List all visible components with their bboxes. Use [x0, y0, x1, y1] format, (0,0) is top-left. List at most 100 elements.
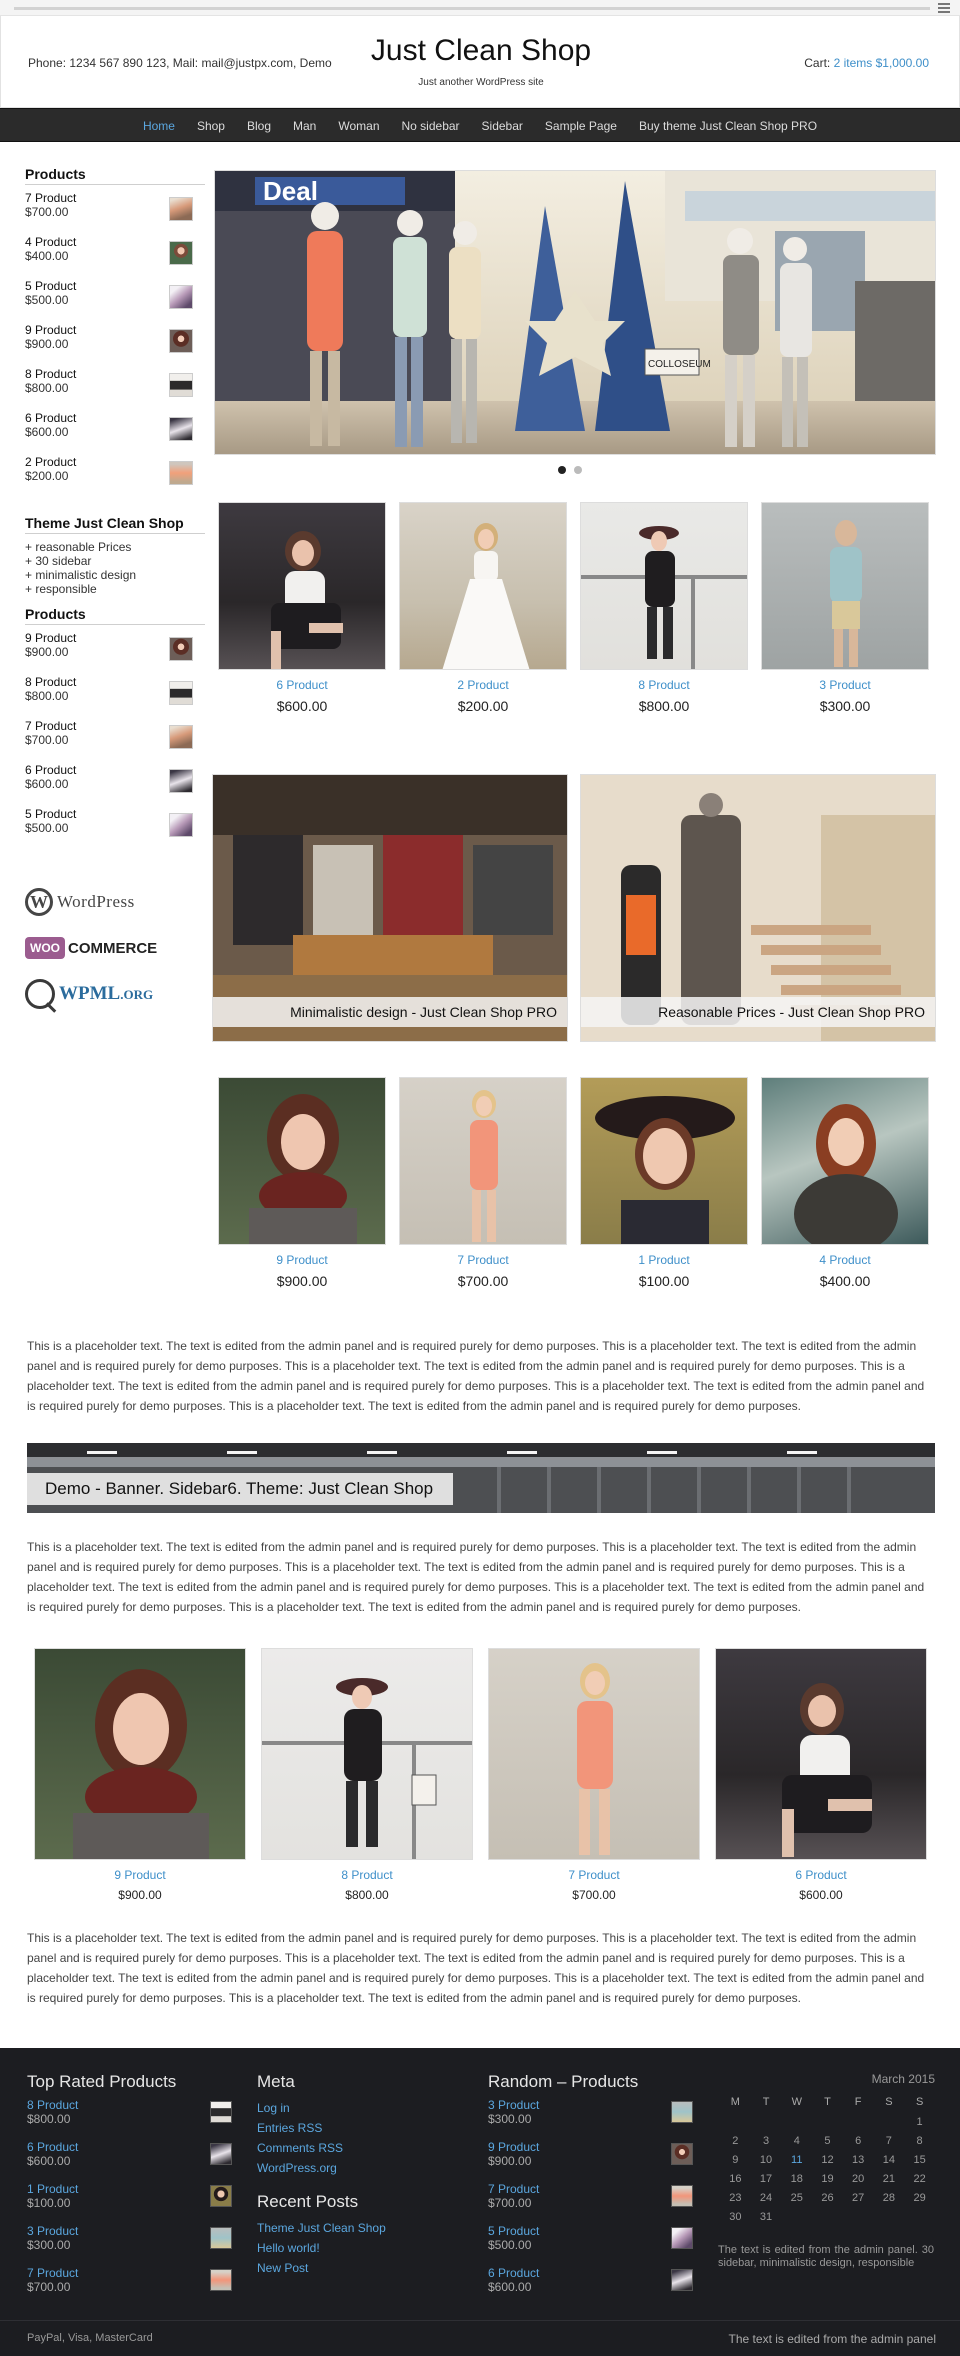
product-card[interactable]: 8 Product $800.00: [261, 1648, 473, 1902]
calendar-day-link[interactable]: 11: [781, 2150, 812, 2169]
footer-product[interactable]: 1 Product $100.00: [27, 2182, 232, 2224]
product-thumbnail[interactable]: [169, 681, 193, 705]
footer-product[interactable]: 5 Product $500.00: [488, 2224, 693, 2266]
product-image[interactable]: [761, 502, 929, 670]
nav-man[interactable]: Man: [282, 119, 327, 133]
product-name[interactable]: 2 Product: [399, 678, 567, 692]
product-name[interactable]: 7 Product: [27, 2266, 232, 2280]
product-image[interactable]: [399, 502, 567, 670]
product-name[interactable]: 9 Product: [488, 2140, 693, 2154]
product-image[interactable]: [261, 1648, 473, 1860]
product-name[interactable]: 7 Product: [399, 1253, 567, 1267]
sidebar-product[interactable]: 9 Product $900.00: [25, 631, 205, 675]
product-image[interactable]: [218, 502, 386, 670]
product-card[interactable]: 4 Product $400.00: [761, 1077, 929, 1289]
product-thumbnail[interactable]: [210, 2143, 232, 2165]
footer-product[interactable]: 3 Product $300.00: [27, 2224, 232, 2266]
sidebar-product[interactable]: 7 Product $700.00: [25, 719, 205, 763]
sidebar-product[interactable]: 6 Product $600.00: [25, 763, 205, 807]
product-card[interactable]: 9 Product $900.00: [218, 1077, 386, 1289]
nav-shop[interactable]: Shop: [186, 119, 236, 133]
product-thumbnail[interactable]: [169, 769, 193, 793]
product-image[interactable]: [488, 1648, 700, 1860]
product-image[interactable]: [34, 1648, 246, 1860]
product-name[interactable]: 6 Product: [488, 2266, 693, 2280]
nav-blog[interactable]: Blog: [236, 119, 282, 133]
product-thumbnail[interactable]: [210, 2227, 232, 2249]
sidebar-product[interactable]: 7 Product $700.00: [25, 191, 205, 235]
footer-product[interactable]: 7 Product $700.00: [488, 2182, 693, 2224]
product-card[interactable]: 7 Product $700.00: [399, 1077, 567, 1289]
nav-home[interactable]: Home: [132, 119, 186, 133]
product-card[interactable]: 1 Product $100.00: [580, 1077, 748, 1289]
sidebar-product[interactable]: 9 Product $900.00: [25, 323, 205, 367]
product-thumbnail[interactable]: [169, 637, 193, 661]
product-card[interactable]: 9 Product $900.00: [34, 1648, 246, 1902]
promo-banner[interactable]: Reasonable Prices - Just Clean Shop PRO: [580, 774, 936, 1042]
slider-dot-active[interactable]: [558, 466, 566, 474]
product-card[interactable]: 2 Product $200.00: [399, 502, 567, 714]
footer-product[interactable]: 6 Product $600.00: [27, 2140, 232, 2182]
promo-banner[interactable]: Minimalistic design - Just Clean Shop PR…: [212, 774, 568, 1042]
slider-dot[interactable]: [574, 466, 582, 474]
nav-no-sidebar[interactable]: No sidebar: [391, 119, 471, 133]
sidebar-product[interactable]: 4 Product $400.00: [25, 235, 205, 279]
cart-link[interactable]: 2 items $1,000.00: [834, 56, 929, 70]
product-card[interactable]: 7 Product $700.00: [488, 1648, 700, 1902]
product-image[interactable]: [761, 1077, 929, 1245]
product-thumbnail[interactable]: [210, 2101, 232, 2123]
wide-banner[interactable]: Demo - Banner. Sidebar6. Theme: Just Cle…: [27, 1443, 935, 1513]
product-name[interactable]: 3 Product: [488, 2098, 693, 2112]
product-name[interactable]: 8 Product: [27, 2098, 232, 2112]
product-name[interactable]: 6 Product: [715, 1868, 927, 1882]
product-name[interactable]: 7 Product: [488, 1868, 700, 1882]
sidebar-product[interactable]: 8 Product $800.00: [25, 367, 205, 411]
product-thumbnail[interactable]: [671, 2143, 693, 2165]
product-name[interactable]: 8 Product: [580, 678, 748, 692]
product-thumbnail[interactable]: [169, 285, 193, 309]
product-image[interactable]: [399, 1077, 567, 1245]
product-name[interactable]: 1 Product: [580, 1253, 748, 1267]
product-thumbnail[interactable]: [169, 373, 193, 397]
product-card[interactable]: 6 Product $600.00: [715, 1648, 927, 1902]
product-thumbnail[interactable]: [169, 417, 193, 441]
meta-login-link[interactable]: Log in: [257, 2098, 457, 2118]
recent-post-link[interactable]: Hello world!: [257, 2238, 457, 2258]
nav-sample-page[interactable]: Sample Page: [534, 119, 628, 133]
product-name[interactable]: 7 Product: [488, 2182, 693, 2196]
footer-product[interactable]: 7 Product $700.00: [27, 2266, 232, 2308]
product-name[interactable]: 1 Product: [27, 2182, 232, 2196]
product-image[interactable]: [715, 1648, 927, 1860]
sidebar-product[interactable]: 2 Product $200.00: [25, 455, 205, 499]
product-card[interactable]: 6 Product $600.00: [218, 502, 386, 714]
product-card[interactable]: 3 Product $300.00: [761, 502, 929, 714]
menu-icon[interactable]: [938, 3, 950, 13]
product-thumbnail[interactable]: [671, 2269, 693, 2291]
product-image[interactable]: [580, 1077, 748, 1245]
product-thumbnail[interactable]: [671, 2101, 693, 2123]
product-name[interactable]: 6 Product: [27, 2140, 232, 2154]
woocommerce-logo[interactable]: WOO COMMERCE: [25, 925, 205, 971]
sidebar-product[interactable]: 8 Product $800.00: [25, 675, 205, 719]
product-card[interactable]: 8 Product $800.00: [580, 502, 748, 714]
product-thumbnail[interactable]: [169, 461, 193, 485]
product-thumbnail[interactable]: [169, 813, 193, 837]
product-name[interactable]: 4 Product: [761, 1253, 929, 1267]
product-thumbnail[interactable]: [671, 2185, 693, 2207]
footer-product[interactable]: 9 Product $900.00: [488, 2140, 693, 2182]
meta-wordpress-org-link[interactable]: WordPress.org: [257, 2158, 457, 2178]
product-thumbnail[interactable]: [169, 197, 193, 221]
footer-product[interactable]: 6 Product $600.00: [488, 2266, 693, 2308]
product-thumbnail[interactable]: [671, 2227, 693, 2249]
footer-product[interactable]: 3 Product $300.00: [488, 2098, 693, 2140]
nav-sidebar[interactable]: Sidebar: [471, 119, 534, 133]
nav-woman[interactable]: Woman: [327, 119, 390, 133]
footer-product[interactable]: 8 Product $800.00: [27, 2098, 232, 2140]
product-image[interactable]: [218, 1077, 386, 1245]
meta-entries-rss-link[interactable]: Entries RSS: [257, 2118, 457, 2138]
product-name[interactable]: 6 Product: [218, 678, 386, 692]
sidebar-product[interactable]: 6 Product $600.00: [25, 411, 205, 455]
product-name[interactable]: 5 Product: [488, 2224, 693, 2238]
product-name[interactable]: 3 Product: [761, 678, 929, 692]
sidebar-product[interactable]: 5 Product $500.00: [25, 279, 205, 323]
